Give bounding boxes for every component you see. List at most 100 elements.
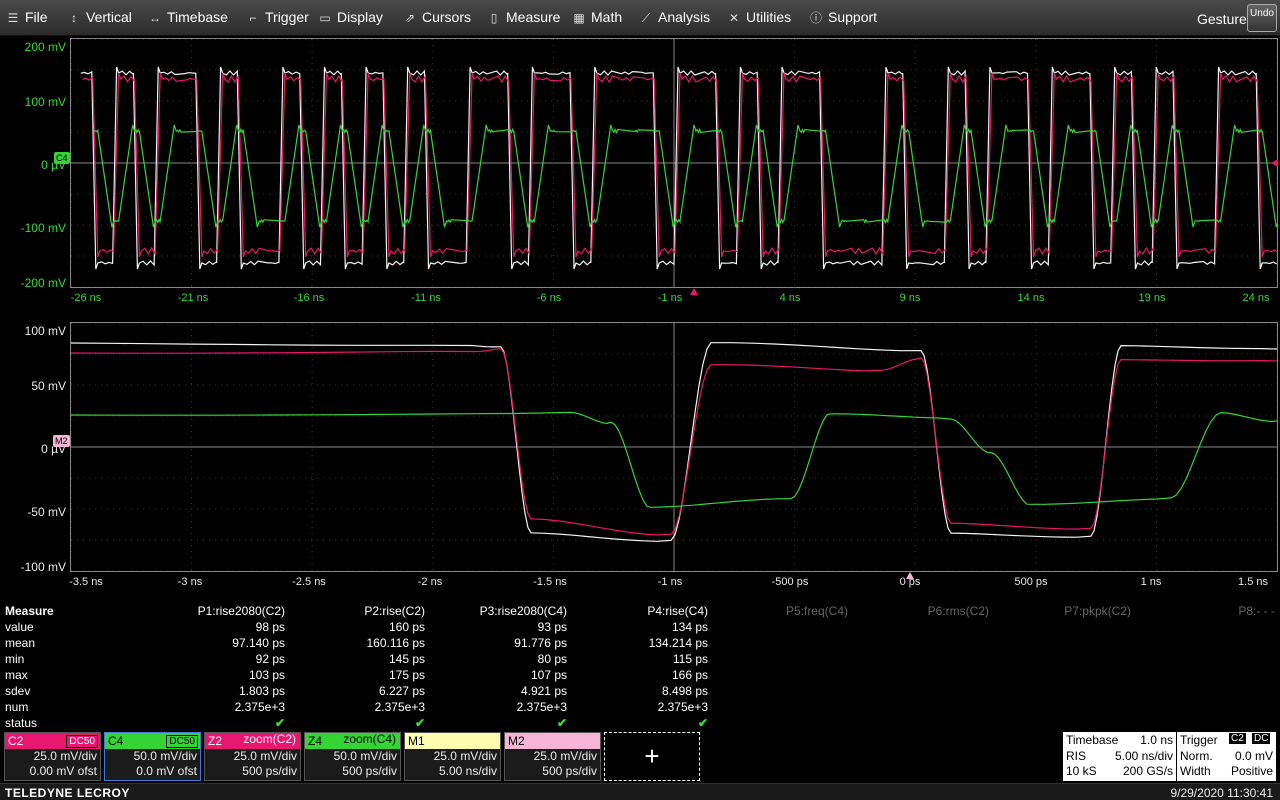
measure-param-header[interactable]: P6:rms(C2) [928,604,989,618]
channel-line1: 25.0 mV/div [533,749,597,763]
menu-utilities[interactable]: ✕ Utilities [727,9,791,27]
measure-cell: ✔ [274,716,285,730]
measure-row-num: num 2.375e+3 2.375e+3 2.375e+3 2.375e+3 [0,699,1280,715]
trigger-source-badge: C2 [1229,733,1246,744]
menu-timebase[interactable]: ↔ Timebase [148,9,228,27]
menu-measure[interactable]: ▯ Measure [487,9,561,27]
measure-param-header[interactable]: P3:rise2080(C4) [480,604,567,618]
measure-cell: 115 ps [672,652,708,666]
status-footer: TELEDYNE LECROY 9/29/2020 11:30:41 [0,783,1280,800]
trigger-descriptor[interactable]: Trigger C2 DC Norm. 0.0 mV Width Positiv… [1177,732,1276,781]
measure-cell: 92 ps [255,652,285,666]
y-axis-label: 100 mV [24,95,66,109]
measure-cell: 6.227 ps [378,684,425,698]
zoom-waveform-grid[interactable] [70,322,1278,572]
brand-logo: TELEDYNE LECROY [5,786,130,800]
menu-vertical[interactable]: ↕ Vertical [67,9,132,27]
measure-row-max: max 103 ps 175 ps 107 ps 166 ps [0,667,1280,683]
measure-cell: ✔ [556,716,567,730]
menu-bar: ☰ File ↕ Vertical ↔ Timebase ⌐ Trigger ▭ Display ⇗… [0,0,1280,36]
channel-line1: 25.0 mV/div [233,749,297,763]
timebase-descriptor[interactable]: Timebase 1.0 ns RIS 5.00 ns/div 10 kS 20… [1063,732,1176,781]
x-axis-label: 1 ns [1140,576,1162,588]
menu-label: Math [591,9,623,25]
trigger-type: Width [1180,764,1211,778]
main-waveform-plot [71,39,1277,287]
measure-row-label: num [5,700,29,714]
measure-row-status: status ✔ ✔ ✔ ✔ [0,715,1280,731]
x-axis-label: 9 ns [899,292,921,304]
date-time: 9/29/2020 11:30:41 [1170,786,1273,800]
x-axis-label: -500 ps [771,576,809,588]
menu-analysis[interactable]: ⟋ Analysis [639,9,710,27]
menu-trigger[interactable]: ⌐ Trigger [246,9,309,27]
trigger-title: Trigger [1180,733,1218,747]
measure-param-header[interactable]: P1:rise2080(C2) [198,604,285,618]
menu-label: Timebase [167,9,228,25]
measure-cell: 175 ps [388,668,425,682]
timebase-sample-rate: 200 GS/s [1122,764,1173,778]
channel-name: M2 [508,734,525,748]
channel-m2-descriptor[interactable]: M2 25.0 mV/div 500 ps/div [504,732,601,781]
m2-trace-tag[interactable]: M2 [53,435,70,447]
trigger-slope: Positive [1230,764,1273,778]
channel-badge: zoom(C2) [243,732,296,746]
channel-name: Z4 [308,734,323,748]
menu-label: Support [828,9,878,25]
channel-c4-descriptor[interactable]: C4 DC50 50.0 mV/div 0.0 mV ofst [104,732,201,781]
cursors-icon: ⇗ [404,11,416,25]
measure-cell: 8.498 ps [661,684,708,698]
x-axis-label: -21 ns [177,292,209,304]
measure-cell: 107 ps [530,668,567,682]
trigger-level-marker[interactable] [1271,159,1278,167]
add-trace-button[interactable]: + [604,732,700,781]
menu-support[interactable]: ⓘ Support [809,9,877,27]
x-axis-label: 500 ps [1014,576,1048,588]
measure-row-label: max [5,668,28,682]
channel-name: M1 [408,734,425,748]
menu-math[interactable]: ▦ Math [572,9,622,27]
timebase-icon: ↔ [149,11,161,25]
channel-m1-descriptor[interactable]: M1 25.0 mV/div 5.00 ns/div [404,732,501,781]
c4-trace-tag[interactable]: C4 [54,152,70,164]
measure-param-header[interactable]: P2:rise(C2) [364,604,425,618]
x-axis-label: -3.5 ns [69,576,103,588]
measure-param-header[interactable]: P4:rise(C4) [647,604,708,618]
measure-row-label: status [5,716,38,730]
x-axis-label: -1 ns [657,576,683,588]
channel-line2: 0.0 mV ofst [136,764,197,778]
trigger-position-marker[interactable] [690,288,698,295]
measure-param-header[interactable]: P5:freq(C4) [786,604,848,618]
measure-cell: 145 ps [388,652,425,666]
undo-button[interactable]: Undo [1247,4,1277,32]
timebase-points: 10 kS [1066,764,1097,778]
x-axis-label: -16 ns [293,292,325,304]
y-axis-label: -100 mV [20,221,66,235]
main-waveform-grid[interactable] [70,38,1278,288]
trigger-icon: ⌐ [249,11,257,25]
measure-cell: 166 ps [671,668,708,682]
measure-cell: 103 ps [248,668,285,682]
channel-c2-descriptor[interactable]: C2 DC50 25.0 mV/div 0.00 mV ofst [4,732,101,781]
menu-file[interactable]: ☰ File [6,9,48,27]
zoom-center-marker[interactable] [906,572,914,579]
menu-label: Cursors [422,9,472,25]
timebase-delay: 1.0 ns [1140,733,1173,747]
channel-badge: DC50 [166,735,198,748]
x-axis-label: 24 ns [1242,292,1270,304]
gesture-label[interactable]: Gesture [1197,11,1247,27]
measure-row-value: value 98 ps 160 ps 93 ps 134 ps [0,619,1280,635]
menu-display[interactable]: ▭ Display [318,9,383,27]
x-axis-label: 4 ns [779,292,801,304]
channel-z4-descriptor[interactable]: Z4 zoom(C4) 50.0 mV/div 500 ps/div [304,732,401,781]
channel-z2-descriptor[interactable]: Z2 zoom(C2) 25.0 mV/div 500 ps/div [204,732,301,781]
measure-cell: 93 ps [537,620,567,634]
channel-badge: zoom(C4) [343,732,396,746]
x-axis-label: 14 ns [1017,292,1045,304]
x-axis-label: -6 ns [536,292,562,304]
measure-row-mean: mean 97.140 ps 160.116 ps 91.776 ps 134.214 … [0,635,1280,651]
menu-cursors[interactable]: ⇗ Cursors [403,9,471,27]
menu-label: Trigger [265,9,309,25]
measure-param-header[interactable]: P8:- - - [1238,604,1275,618]
measure-param-header[interactable]: P7:pkpk(C2) [1064,604,1131,618]
